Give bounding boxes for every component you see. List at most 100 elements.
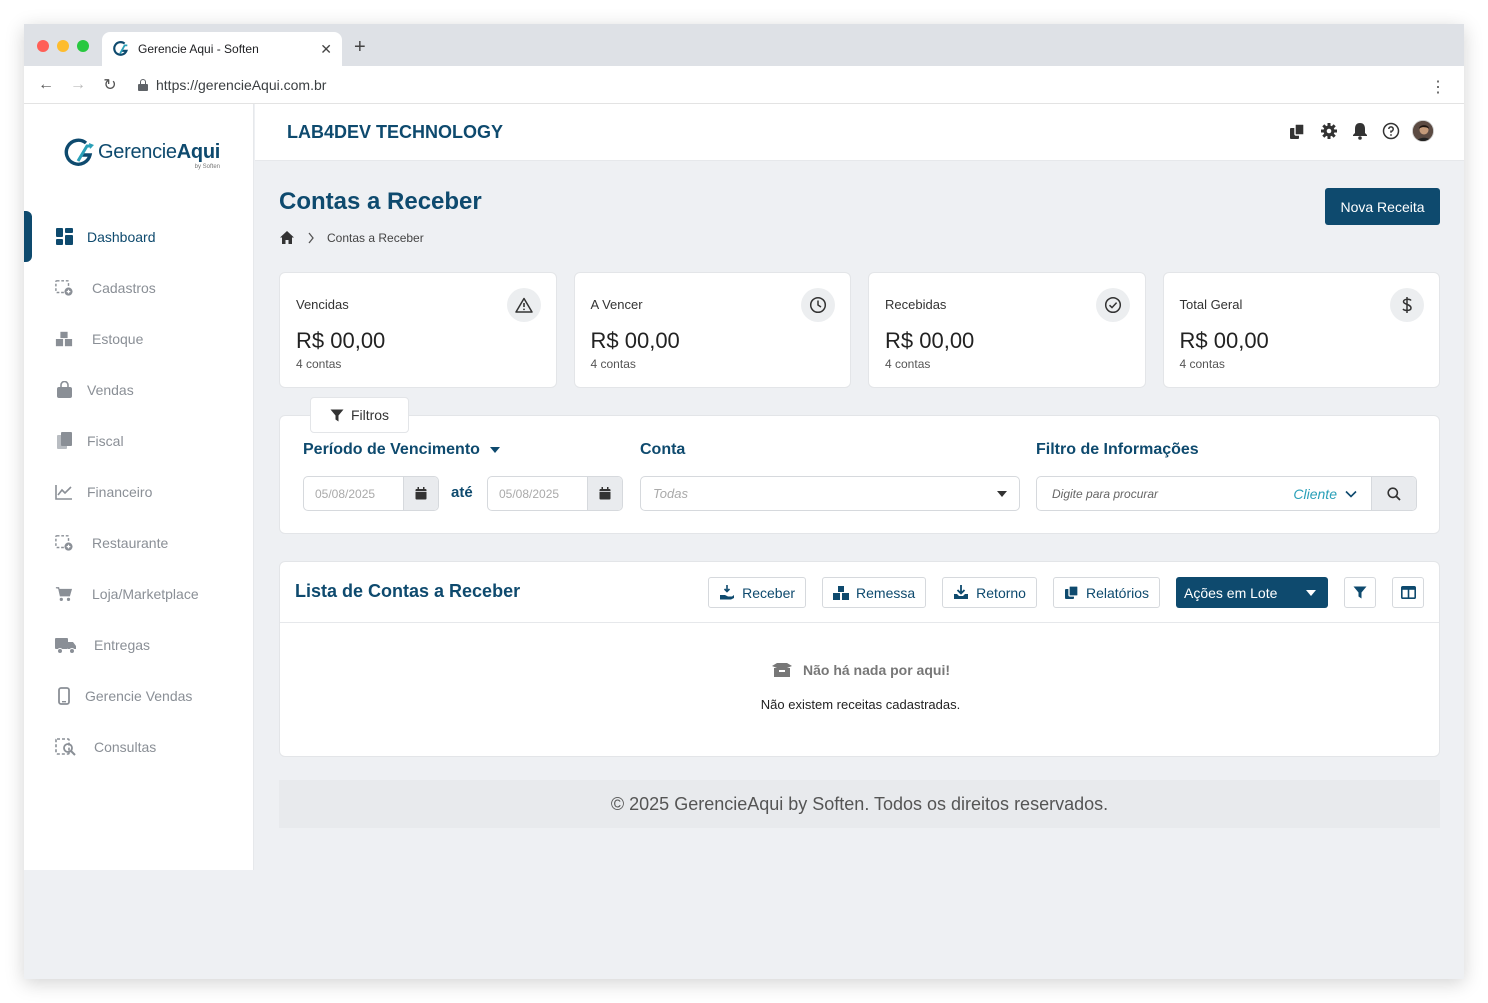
card-value: R$ 00,00 xyxy=(885,328,975,353)
empty-box-icon xyxy=(771,663,792,677)
sidebar: GerencieAqui by Soften Dashboard Cadastr… xyxy=(24,104,254,870)
acoes-em-lote-dropdown[interactable]: Ações em Lote xyxy=(1176,577,1328,608)
remessa-button[interactable]: Remessa xyxy=(822,577,927,608)
sidebar-item-consultas[interactable]: Consultas xyxy=(24,721,254,772)
sidebar-item-loja-marketplace[interactable]: Loja/Marketplace xyxy=(24,568,254,619)
copy-icon xyxy=(1064,585,1079,599)
new-tab-button[interactable]: + xyxy=(354,36,366,59)
search-button[interactable] xyxy=(1371,477,1416,510)
filter-icon xyxy=(1353,586,1367,599)
truck-icon xyxy=(55,636,77,654)
avatar[interactable] xyxy=(1412,120,1434,142)
download-icon xyxy=(954,585,969,599)
filtros-label: Filtros xyxy=(350,407,390,423)
topbar: LAB4DEV TECHNOLOGY xyxy=(255,104,1464,161)
search-input[interactable]: Digite para procurar xyxy=(1037,477,1293,510)
gear-icon[interactable] xyxy=(1319,122,1338,141)
maximize-window-button[interactable] xyxy=(77,40,89,52)
empty-title: Não há nada por aqui! xyxy=(802,662,950,678)
filter-toggle-button[interactable] xyxy=(1344,577,1376,608)
card-count: 4 contas xyxy=(590,357,636,371)
logo-subtitle: by Soften xyxy=(194,164,220,170)
forward-icon[interactable]: → xyxy=(62,76,94,94)
columns-icon xyxy=(1400,586,1416,599)
help-icon[interactable] xyxy=(1381,122,1400,141)
periodo-vencimento-dropdown[interactable]: Período de Vencimento xyxy=(303,441,500,459)
sidebar-item-vendas[interactable]: Vendas xyxy=(24,364,254,415)
browser-menu-icon[interactable]: ⋮ xyxy=(1430,77,1446,97)
search-icon xyxy=(1387,486,1401,501)
minimize-window-button[interactable] xyxy=(57,40,69,52)
tab-bar: Gerencie Aqui - Soften ✕ + xyxy=(24,24,1464,66)
register-icon xyxy=(55,534,73,552)
card-title: Vencidas xyxy=(296,297,349,312)
close-window-button[interactable] xyxy=(37,40,49,52)
breadcrumb: Contas a Receber xyxy=(279,230,424,245)
empty-message: Não existem receitas cadastradas. xyxy=(760,697,961,712)
app: GerencieAqui by Soften Dashboard Cadastr… xyxy=(24,104,1464,979)
calendar-icon[interactable] xyxy=(403,477,438,510)
summary-cards: Vencidas R$ 00,00 4 contas A Vencer R$ 0… xyxy=(279,272,1440,388)
browser-window: Gerencie Aqui - Soften ✕ + ← → ↻ https:/… xyxy=(24,24,1464,979)
filtros-tab[interactable]: Filtros xyxy=(310,397,409,433)
clock-icon xyxy=(801,288,835,322)
receber-button[interactable]: Receber xyxy=(708,577,807,608)
browser-tab[interactable]: Gerencie Aqui - Soften ✕ xyxy=(102,32,342,66)
card-count: 4 contas xyxy=(885,357,931,371)
chevron-down-icon xyxy=(1345,490,1357,498)
boxes-icon xyxy=(833,585,850,600)
sidebar-item-label: Dashboard xyxy=(87,228,156,245)
sidebar-menu: Dashboard Cadastros Estoque Vendas Fisca… xyxy=(24,211,254,772)
retorno-button[interactable]: Retorno xyxy=(942,577,1037,608)
date-to-field[interactable]: 05/08/2025 xyxy=(487,476,623,511)
search-scope-value: Cliente xyxy=(1293,485,1337,502)
address-bar: ← → ↻ https://gerencieAqui.com.br ⋮ xyxy=(24,66,1464,104)
back-icon[interactable]: ← xyxy=(30,76,62,94)
mobile-icon xyxy=(55,686,73,705)
sidebar-item-gerencie-vendas[interactable]: Gerencie Vendas xyxy=(24,670,254,721)
register-icon xyxy=(55,279,73,297)
nova-receita-button[interactable]: Nova Receita xyxy=(1325,188,1440,225)
tab-title: Gerencie Aqui - Soften xyxy=(138,42,259,56)
card-title: A Vencer xyxy=(590,297,643,312)
columns-toggle-button[interactable] xyxy=(1392,577,1424,608)
search-scope-select[interactable]: Cliente xyxy=(1293,477,1371,510)
line-chart-icon xyxy=(55,483,73,501)
sidebar-item-financeiro[interactable]: Financeiro xyxy=(24,466,254,517)
search-document-icon xyxy=(55,737,77,756)
sidebar-item-estoque[interactable]: Estoque xyxy=(24,313,254,364)
card-vencidas: Vencidas R$ 00,00 4 contas xyxy=(279,272,557,388)
sidebar-item-label: Gerencie Vendas xyxy=(85,687,193,704)
documents-icon xyxy=(55,431,73,450)
empty-state: Não há nada por aqui! Não existem receit… xyxy=(280,662,1441,712)
sidebar-item-cadastros[interactable]: Cadastros xyxy=(24,262,254,313)
sidebar-item-dashboard[interactable]: Dashboard xyxy=(24,211,254,262)
sidebar-item-entregas[interactable]: Entregas xyxy=(24,619,254,670)
cart-icon xyxy=(55,585,73,603)
copy-icon[interactable] xyxy=(1288,122,1307,141)
page-title: Contas a Receber xyxy=(279,188,482,215)
sidebar-item-fiscal[interactable]: Fiscal xyxy=(24,415,254,466)
logo[interactable]: GerencieAqui by Soften xyxy=(64,136,220,170)
card-count: 4 contas xyxy=(1179,357,1225,371)
reload-icon[interactable]: ↻ xyxy=(94,75,126,95)
sidebar-item-restaurante[interactable]: Restaurante xyxy=(24,517,254,568)
bell-icon[interactable] xyxy=(1350,122,1369,141)
list-actions: Receber Remessa Retorno Relatórios Ações… xyxy=(708,577,1424,608)
footer: © 2025 GerencieAqui by Soften. Todos os … xyxy=(279,780,1440,828)
date-from-field[interactable]: 05/08/2025 xyxy=(303,476,439,511)
calendar-icon[interactable] xyxy=(587,477,622,510)
sidebar-item-label: Consultas xyxy=(94,738,157,755)
contas-list-panel: Lista de Contas a Receber Receber Remess… xyxy=(279,561,1440,757)
card-a-vencer: A Vencer R$ 00,00 4 contas xyxy=(573,272,851,388)
home-icon[interactable] xyxy=(279,230,295,245)
url-field[interactable]: https://gerencieAqui.com.br xyxy=(156,77,326,93)
conta-select[interactable]: Todas xyxy=(640,476,1020,511)
topbar-actions xyxy=(1288,120,1434,142)
close-tab-icon[interactable]: ✕ xyxy=(320,41,332,58)
relatorios-button[interactable]: Relatórios xyxy=(1052,577,1160,608)
acoes-em-lote-label: Ações em Lote xyxy=(1184,584,1278,601)
grid-icon xyxy=(55,228,73,246)
breadcrumb-current: Contas a Receber xyxy=(327,230,424,245)
card-total-geral: Total Geral R$ 00,00 4 contas xyxy=(1162,272,1440,388)
